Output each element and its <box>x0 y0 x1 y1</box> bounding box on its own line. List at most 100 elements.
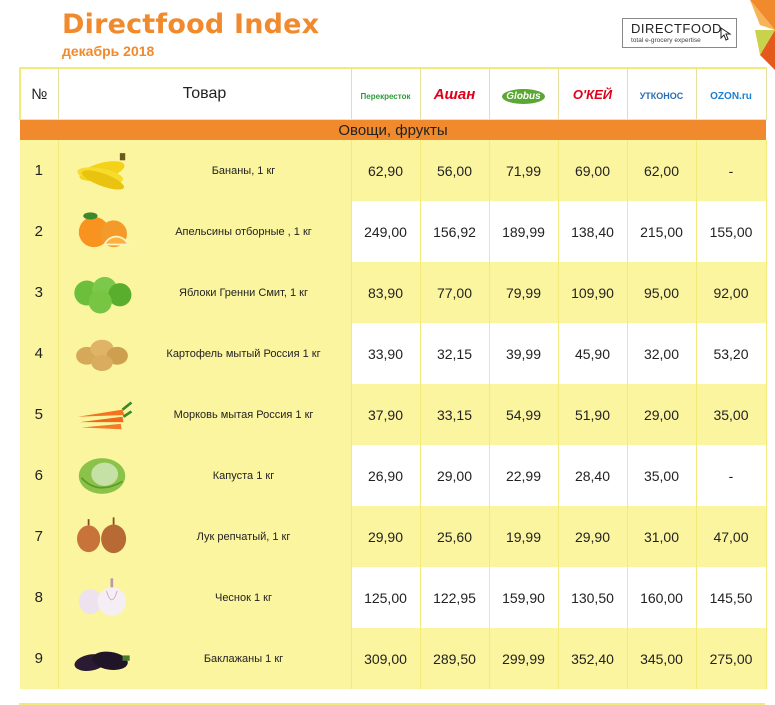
price-cell: 35,00 <box>627 445 697 506</box>
table-body: 1 Бананы, 1 кг 62,90 56,00 71,99 69,00 62,00-2… <box>20 140 767 689</box>
price-cell: 22,99 <box>489 445 559 506</box>
price-table: № Товар Перекресток Ашан Globus О'КЕЙ УТ… <box>19 67 767 689</box>
price-cell: 299,99 <box>489 628 559 689</box>
price-cell: 33,90 <box>351 323 421 384</box>
price-cell: 29,90 <box>558 506 628 567</box>
store-logo-utkonos: УТКОНОС <box>627 67 697 120</box>
price-cell: 92,00 <box>696 262 767 323</box>
store-name: Перекресток <box>360 92 411 101</box>
store-name: OZON.ru <box>710 91 752 102</box>
price-cell: 155,00 <box>696 201 767 262</box>
product-cell: Капуста 1 кг <box>58 445 352 506</box>
price-cell: 109,90 <box>558 262 628 323</box>
col-product-header: Товар <box>58 67 352 120</box>
store-logo-globus: Globus <box>489 67 559 120</box>
price-cell: 79,99 <box>489 262 559 323</box>
brand-name: DIRECTFOOD <box>631 21 722 36</box>
price-cell: 71,99 <box>489 140 559 201</box>
price-cell: 77,00 <box>420 262 490 323</box>
product-cell: Яблоки Гренни Смит, 1 кг <box>58 262 352 323</box>
row-number: 2 <box>20 201 59 262</box>
page-title: Directfood Index <box>62 9 320 40</box>
price-cell: 29,00 <box>627 384 697 445</box>
price-cell: 32,00 <box>627 323 697 384</box>
price-cell: 345,00 <box>627 628 697 689</box>
carrot-icon <box>77 400 132 429</box>
store-name: О'КЕЙ <box>572 87 613 102</box>
product-name: Апельсины отборные , 1 кг <box>175 225 312 238</box>
price-cell: 130,50 <box>558 567 628 628</box>
price-cell: 275,00 <box>696 628 767 689</box>
product-cell: Морковь мытая Россия 1 кг <box>58 384 352 445</box>
price-cell: 62,00 <box>627 140 697 201</box>
price-cell: 25,60 <box>420 506 490 567</box>
product-cell: Картофель мытый Россия 1 кг <box>58 323 352 384</box>
price-cell: 35,00 <box>696 384 767 445</box>
banana-icon <box>76 152 125 190</box>
col-num-header: № <box>19 67 59 120</box>
price-cell: 37,90 <box>351 384 421 445</box>
brand-logo: DIRECTFOOD total e-grocery expertise <box>622 18 737 48</box>
price-cell: 352,40 <box>558 628 628 689</box>
price-cell: 51,90 <box>558 384 628 445</box>
price-cell: 32,15 <box>420 323 490 384</box>
row-number: 8 <box>20 567 59 628</box>
product-name: Бананы, 1 кг <box>211 164 276 177</box>
product-name: Яблоки Гренни Смит, 1 кг <box>179 286 308 299</box>
store-logo-ashan: Ашан <box>420 67 490 120</box>
price-cell: 215,00 <box>627 201 697 262</box>
table-row: 6 Капуста 1 кг 26,90 29,00 22,99 28,40 35,00- <box>20 445 767 506</box>
garlic-icon <box>78 577 126 616</box>
category-label: Овощи, фрукты <box>20 119 766 140</box>
store-logo-okey: О'КЕЙ <box>558 67 628 120</box>
table-row: 7 Лук репчатый, 1 кг 29,90 25,60 19,99 29,90 3… <box>20 506 767 567</box>
decorative-triangles-icon <box>750 0 775 70</box>
price-cell: 156,92 <box>420 201 490 262</box>
price-cell: 160,00 <box>627 567 697 628</box>
row-number: 9 <box>20 628 59 689</box>
product-cell: Лук репчатый, 1 кг <box>58 506 352 567</box>
store-name: УТКОНОС <box>639 91 684 101</box>
store-name: Globus <box>502 89 545 104</box>
store-logo-perekrestok: Перекресток <box>351 67 421 120</box>
table-row: 2 Апельсины отборные , 1 кг 249,00 156,92 18… <box>20 201 767 262</box>
eggplant-icon <box>74 651 130 671</box>
price-cell: 309,00 <box>351 628 421 689</box>
price-cell: 47,00 <box>696 506 767 567</box>
table-row: 9 Баклажаны 1 кг 309,00 289,50 299,99 352,40 3… <box>20 628 767 689</box>
price-cell: 39,99 <box>489 323 559 384</box>
product-cell: Баклажаны 1 кг <box>58 628 352 689</box>
row-number: 5 <box>20 384 59 445</box>
brand-tagline: total e-grocery expertise <box>631 37 701 44</box>
row-number: 3 <box>20 262 59 323</box>
store-name: Ашан <box>433 85 476 103</box>
price-cell: 62,90 <box>351 140 421 201</box>
price-cell: 159,90 <box>489 567 559 628</box>
table-row: 5 Морковь мытая Россия 1 кг 37,90 33,15 54,9… <box>20 384 767 445</box>
table-row: 8 Чеснок 1 кг 125,00 122,95 159,90 130,50 160,… <box>20 567 767 628</box>
price-cell: 56,00 <box>420 140 490 201</box>
price-cell: 189,99 <box>489 201 559 262</box>
price-cell: 45,90 <box>558 323 628 384</box>
cabbage-icon <box>78 457 125 494</box>
row-number: 1 <box>20 140 59 201</box>
table-row: 1 Бананы, 1 кг 62,90 56,00 71,99 69,00 62,00- <box>20 140 767 201</box>
product-cell: Бананы, 1 кг <box>58 140 352 201</box>
product-name: Капуста 1 кг <box>212 469 275 482</box>
price-cell: 33,15 <box>420 384 490 445</box>
row-number: 4 <box>20 323 59 384</box>
product-name: Баклажаны 1 кг <box>203 652 284 665</box>
price-cell: 122,95 <box>420 567 490 628</box>
product-name: Морковь мытая Россия 1 кг <box>173 408 314 421</box>
apple-icon <box>73 276 131 314</box>
table-header-row: № Товар Перекресток Ашан Globus О'КЕЙ УТ… <box>19 67 767 120</box>
store-logo-ozon: OZON.ru <box>696 67 767 120</box>
price-cell: 19,99 <box>489 506 559 567</box>
price-cell: 54,99 <box>489 384 559 445</box>
price-cell: 26,90 <box>351 445 421 506</box>
price-cell: 69,00 <box>558 140 628 201</box>
category-row: Овощи, фрукты <box>20 119 766 140</box>
orange-icon <box>78 211 129 247</box>
price-cell: 28,40 <box>558 445 628 506</box>
price-cell: 53,20 <box>696 323 767 384</box>
